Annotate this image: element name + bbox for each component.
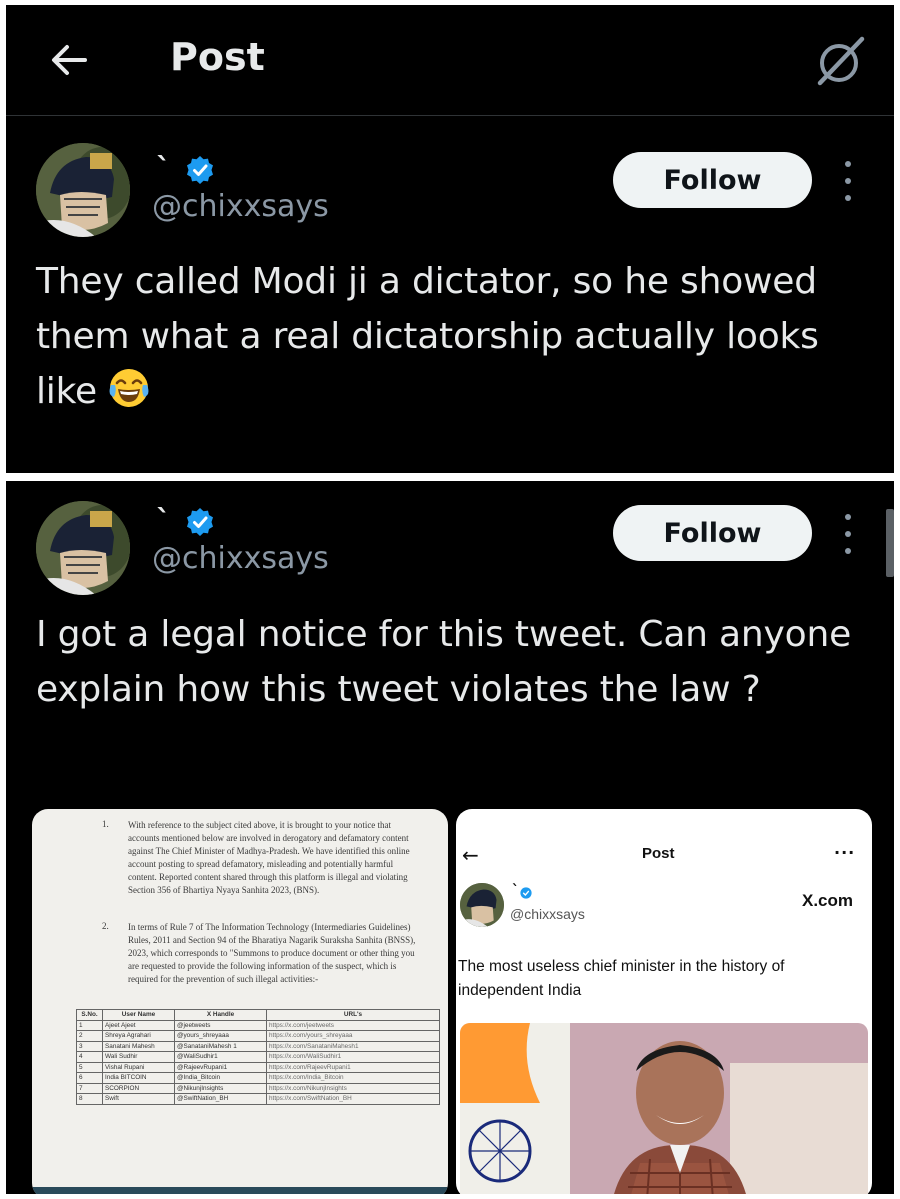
table-cell-username: India BITCOIN (102, 1072, 175, 1084)
avatar-photo (460, 883, 504, 927)
table-row: 5 Vishal Rupani @RajeevRupani1 https://x.co… (76, 1061, 440, 1073)
doc-item-number: 1. (102, 819, 109, 829)
table-header-row: S.No. User Name X Handle URL's (76, 1009, 440, 1021)
chief-minister-photo (460, 1023, 868, 1194)
doc-bottom-edge (32, 1187, 448, 1194)
table-row: 1 Ajeet Ajeet @jeetweets https://x.com/jeet… (76, 1019, 440, 1031)
grok-icon (817, 36, 865, 86)
table-cell-url: https://x.com/WaliSudhir1 (266, 1051, 440, 1063)
table-cell-handle: @WaliSudhir1 (174, 1051, 267, 1063)
page-title: Post (170, 35, 265, 79)
table-row: 6 India BITCOIN @India_Bitcoin https://x.co… (76, 1072, 440, 1084)
screenshot-more-icon: ... (834, 839, 856, 858)
post-screen-bottom: ` @chixxsays Follow I got a legal notice… (6, 481, 894, 1194)
display-name[interactable]: ` (156, 155, 171, 185)
table-cell-username: Ajeet Ajeet (102, 1019, 175, 1031)
table-cell-username: Sanatani Mahesh (102, 1040, 175, 1052)
table-cell-sno: 3 (76, 1040, 103, 1052)
header-divider (6, 115, 894, 116)
arrow-left-icon (52, 45, 87, 75)
more-options-icon[interactable] (842, 514, 854, 554)
table-cell-handle: @SwiftNation_BH (174, 1093, 267, 1105)
table-cell-handle: @NikunjInsights (174, 1082, 267, 1094)
follow-button[interactable]: Follow (613, 505, 812, 561)
screenshot-title: Post (642, 845, 675, 862)
doc-paragraph-1: With reference to the subject cited abov… (128, 820, 410, 895)
author-name-row: ` (156, 507, 215, 537)
display-name[interactable]: ` (156, 507, 171, 537)
table-cell-sno: 5 (76, 1061, 103, 1073)
table-row: 3 Sanatani Mahesh @SanataniMahesh 1 https:/… (76, 1040, 440, 1052)
tweet-text: They called Modi ji a dictator, so he sh… (36, 254, 876, 419)
avatar[interactable] (36, 501, 130, 595)
screenshot-tweet-text: The most useless chief minister in the h… (458, 958, 785, 999)
accounts-table: S.No. User Name X Handle URL's 1 Ajeet Aj… (76, 1009, 440, 1105)
verified-badge-icon (187, 156, 213, 184)
table-cell-sno: 4 (76, 1051, 103, 1063)
table-cell-username: SCORPION (102, 1082, 175, 1094)
table-cell-handle: @RajeevRupani1 (174, 1061, 267, 1073)
avatar[interactable] (36, 143, 130, 237)
doc-paragraph-2: In terms of Rule 7 of The Information Te… (128, 922, 416, 984)
tweet-text-content: They called Modi ji a dictator, so he sh… (36, 261, 819, 412)
avatar (460, 883, 504, 927)
table-cell-sno: 7 (76, 1082, 103, 1094)
table-cell-username: Vishal Rupani (102, 1061, 175, 1073)
table-cell-url: https://x.com/India_Bitcoin (266, 1072, 440, 1084)
legal-notice-image[interactable]: 1. With reference to the subject cited a… (32, 809, 448, 1194)
more-options-icon[interactable] (842, 161, 854, 201)
table-cell-url: https://x.com/RajeevRupani1 (266, 1061, 440, 1073)
follow-button[interactable]: Follow (613, 152, 812, 208)
original-post-screenshot[interactable]: ← Post ... ` @chixxsays X.com The most u… (456, 809, 872, 1194)
table-row: 2 Shreya Agrahari @yours_shreyaaa https://x… (76, 1030, 440, 1042)
grok-button[interactable] (812, 35, 870, 87)
table-cell-url: https://x.com/yours_shreyaaa (266, 1030, 440, 1042)
screenshot-handle: @chixxsays (510, 906, 585, 922)
table-cell-handle: @jeetweets (174, 1019, 267, 1031)
table-cell-url: https://x.com/SanataniMahesh1 (266, 1040, 440, 1052)
table-row: 4 Wali Sudhir @WaliSudhir1 https://x.com/Wa… (76, 1051, 440, 1063)
author-name-row: ` (156, 155, 215, 185)
table-cell-username: Wali Sudhir (102, 1051, 175, 1063)
table-cell-sno: 6 (76, 1072, 103, 1084)
table-cell-sno: 1 (76, 1019, 103, 1031)
table-header: S.No. (76, 1009, 103, 1021)
table-row: 8 Swift @SwiftNation_BH https://x.com/Swift… (76, 1093, 440, 1105)
scrollbar[interactable] (886, 509, 894, 577)
tweet-text: I got a legal notice for this tweet. Can… (36, 614, 852, 710)
table-cell-sno: 2 (76, 1030, 103, 1042)
author-handle[interactable]: @chixxsays (152, 541, 329, 576)
post-screen-top: Post ` @chixxsays Follow They called Mod… (6, 5, 894, 473)
table-cell-handle: @SanataniMahesh 1 (174, 1040, 267, 1052)
table-header: X Handle (174, 1009, 267, 1021)
screenshot-display-name: ` (512, 883, 519, 899)
table-cell-url: https://x.com/jeetweets (266, 1019, 440, 1031)
table-cell-url: https://x.com/SwiftNation_BH (266, 1093, 440, 1105)
laughing-tears-emoji-icon (109, 369, 149, 407)
avatar-photo (36, 501, 130, 595)
table-cell-sno: 8 (76, 1093, 103, 1105)
verified-badge-icon (520, 887, 532, 899)
back-button[interactable] (46, 37, 92, 83)
avatar-photo (36, 143, 130, 237)
table-cell-url: https://x.com/NikunjInsights (266, 1082, 440, 1094)
table-cell-username: Shreya Agrahari (102, 1030, 175, 1042)
table-cell-username: Swift (102, 1093, 175, 1105)
table-header: URL's (266, 1009, 440, 1021)
author-handle[interactable]: @chixxsays (152, 189, 329, 224)
verified-badge-icon (187, 508, 213, 536)
table-cell-handle: @yours_shreyaaa (174, 1030, 267, 1042)
x-com-watermark: X.com (802, 891, 854, 910)
photo-illustration (460, 1023, 868, 1194)
table-header: User Name (102, 1009, 175, 1021)
table-cell-handle: @India_Bitcoin (174, 1072, 267, 1084)
doc-item-number: 2. (102, 921, 109, 931)
arrow-left-icon: ← (462, 843, 479, 867)
table-row: 7 SCORPION @NikunjInsights https://x.com/Ni… (76, 1082, 440, 1094)
